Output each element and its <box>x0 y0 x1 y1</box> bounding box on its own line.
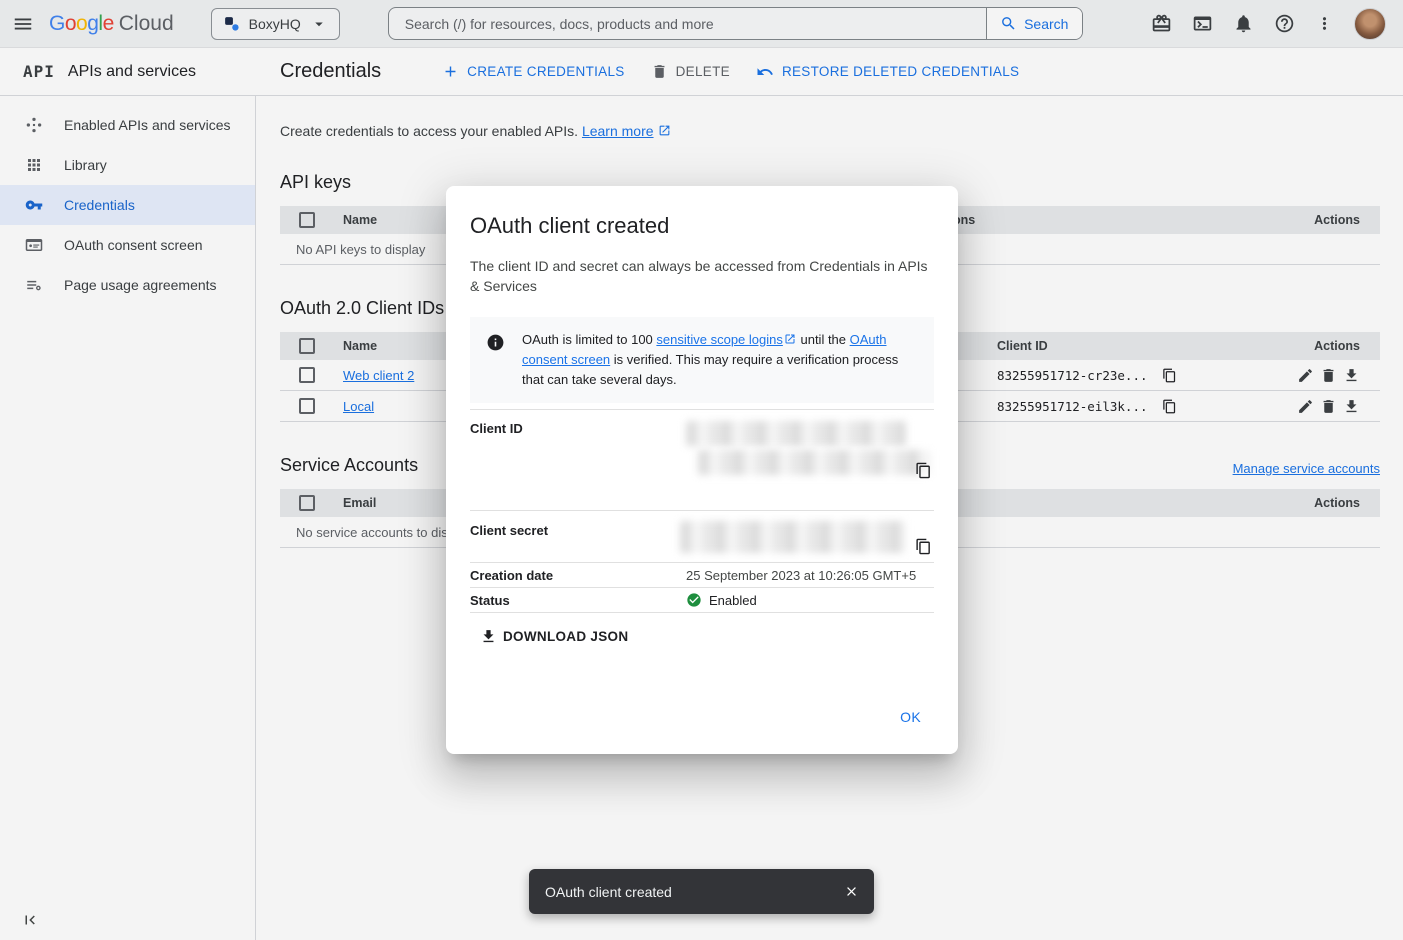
redacted-blur <box>698 450 931 475</box>
oauth-client-created-dialog: OAuth client created The client ID and s… <box>446 186 958 754</box>
check-circle-icon <box>686 592 702 608</box>
app-root: G o o g l e Cloud BoxyHQ Search <box>0 0 1403 940</box>
status-row: Status Enabled <box>470 588 934 613</box>
client-secret-value-redacted <box>686 523 934 562</box>
credential-fields: Client ID Client secret Cre <box>470 409 934 613</box>
copy-icon <box>915 462 932 479</box>
download-json-label: DOWNLOAD JSON <box>503 629 628 644</box>
redacted-blur <box>686 421 906 446</box>
close-icon <box>844 884 859 899</box>
dialog-body-text: The client ID and secret can always be a… <box>470 256 934 296</box>
info-text-segment: OAuth is limited to 100 <box>522 332 656 347</box>
creation-date-value: 25 September 2023 at 10:26:05 GMT+5 <box>686 568 934 583</box>
client-secret-label: Client secret <box>470 523 686 562</box>
download-icon <box>480 628 497 645</box>
sensitive-scope-logins-link[interactable]: sensitive scope logins <box>656 332 782 347</box>
snackbar-close-button[interactable] <box>828 869 874 914</box>
info-banner: OAuth is limited to 100 sensitive scope … <box>470 317 934 403</box>
copy-client-id-button[interactable] <box>915 462 932 479</box>
snackbar-message: OAuth client created <box>529 884 828 900</box>
download-json-button[interactable]: DOWNLOAD JSON <box>480 628 628 645</box>
client-id-row: Client ID <box>470 410 934 511</box>
status-badge: Enabled <box>686 592 757 608</box>
external-link-icon <box>784 333 796 345</box>
info-banner-text: OAuth is limited to 100 sensitive scope … <box>522 330 918 390</box>
snackbar: OAuth client created <box>529 869 874 914</box>
creation-date-row: Creation date 25 September 2023 at 10:26… <box>470 563 934 588</box>
ok-button[interactable]: OK <box>887 700 934 734</box>
client-secret-row: Client secret <box>470 511 934 563</box>
redacted-blur <box>680 521 906 553</box>
info-text-segment: until the <box>797 332 850 347</box>
creation-date-label: Creation date <box>470 568 686 583</box>
client-id-value-redacted <box>686 421 934 510</box>
status-label: Status <box>470 593 686 608</box>
client-id-label: Client ID <box>470 421 686 510</box>
copy-icon <box>915 538 932 555</box>
status-value: Enabled <box>709 593 757 608</box>
dialog-title: OAuth client created <box>470 213 934 239</box>
info-icon <box>486 333 505 352</box>
dialog-actions: OK <box>887 700 934 734</box>
copy-client-secret-button[interactable] <box>915 538 932 555</box>
